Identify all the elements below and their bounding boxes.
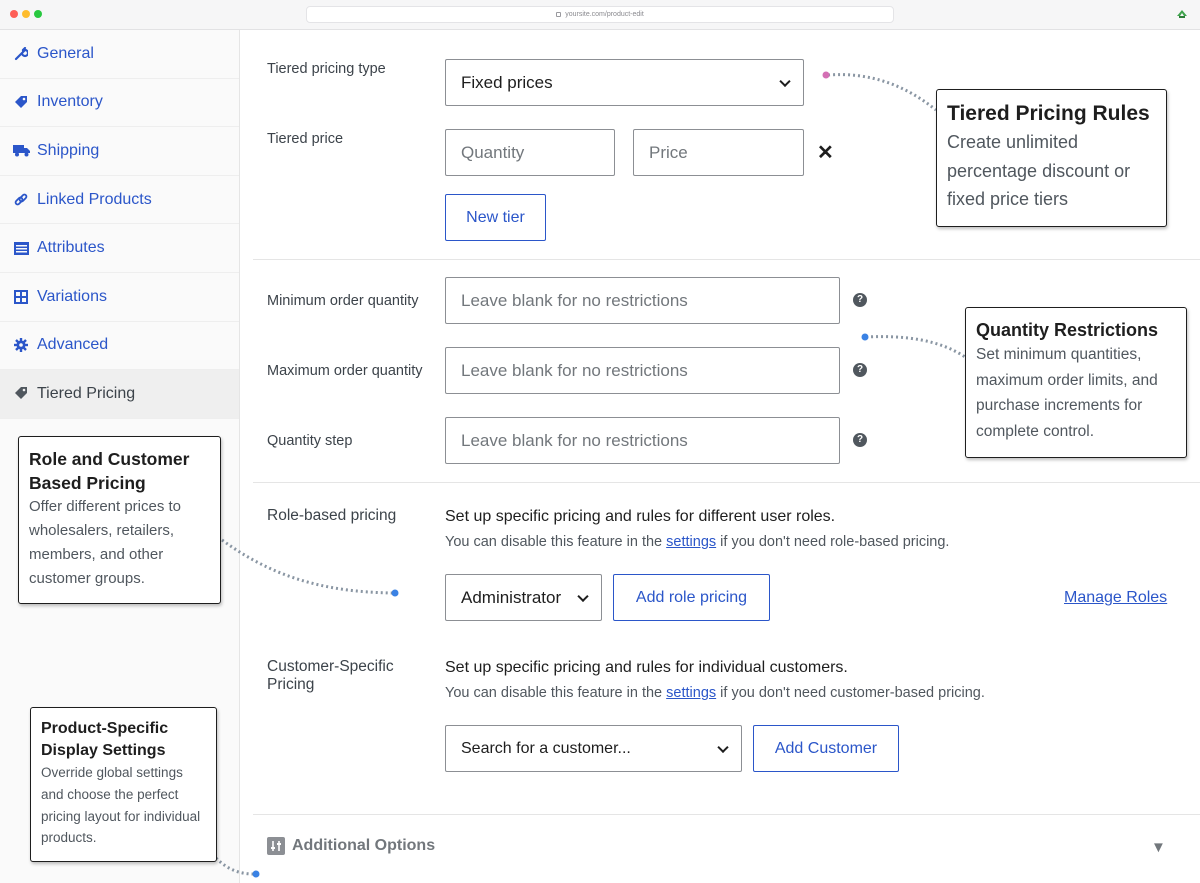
callout-body: Set minimum quantities, maximum order li… xyxy=(976,346,1158,440)
role-based-pricing-description: Set up specific pricing and rules for di… xyxy=(445,508,836,525)
min-order-quantity-input[interactable]: Leave blank for no restrictions xyxy=(445,277,840,324)
callout-title: Role and Customer Based Pricing xyxy=(29,449,190,493)
sidebar-item-inventory[interactable]: Inventory xyxy=(0,79,239,128)
max-order-quantity-label: Maximum order quantity xyxy=(267,363,423,379)
min-order-quantity-label: Minimum order quantity xyxy=(267,293,419,309)
add-customer-button[interactable]: Add Customer xyxy=(753,725,899,772)
wrench-icon xyxy=(12,46,30,62)
min-order-quantity-placeholder: Leave blank for no restrictions xyxy=(461,290,688,310)
help-icon[interactable]: ? xyxy=(853,433,867,447)
callout-title: Tiered Pricing Rules xyxy=(947,102,1150,125)
sidebar-item-label: Linked Products xyxy=(37,190,152,208)
url-text: yoursite.com/product-edit xyxy=(565,11,644,18)
sidebar-item-label: Advanced xyxy=(37,336,109,354)
sidebar-item-label: Shipping xyxy=(37,141,100,159)
help-icon[interactable]: ? xyxy=(853,293,867,307)
tiered-price-label: Tiered price xyxy=(267,131,344,147)
minimize-window-dot[interactable] xyxy=(22,10,30,18)
customer-pricing-label-line: Customer-Specific xyxy=(267,658,394,675)
role-based-pricing-note: You can disable this feature in the sett… xyxy=(445,534,949,550)
customer-pricing-label: Customer-Specific Pricing xyxy=(267,658,394,694)
role-select-value: Administrator xyxy=(461,587,562,607)
help-icon[interactable]: ? xyxy=(853,363,867,377)
address-bar[interactable]: yoursite.com/product-edit xyxy=(306,6,894,23)
callout-title: Quantity Restrictions xyxy=(976,320,1159,340)
settings-link[interactable]: settings xyxy=(666,534,716,550)
role-based-pricing-label: Role-based pricing xyxy=(267,507,397,524)
customer-search-placeholder: Search for a customer... xyxy=(461,739,631,757)
sidebar-item-linked-products[interactable]: Linked Products xyxy=(0,176,239,225)
tiered-pricing-type-label: Tiered pricing type xyxy=(267,61,386,77)
tiered-pricing-type-value: Fixed prices xyxy=(461,72,553,92)
sidebar-item-label: Variations xyxy=(37,287,107,305)
quantity-step-label: Quantity step xyxy=(267,433,353,449)
sliders-icon xyxy=(267,837,285,855)
grid-icon xyxy=(12,289,30,305)
tier-price-input[interactable]: Price xyxy=(633,129,804,176)
manage-roles-link[interactable]: Manage Roles xyxy=(1064,589,1167,607)
new-tier-button[interactable]: New tier xyxy=(445,194,546,241)
settings-link[interactable]: settings xyxy=(666,685,716,701)
browser-toolbar: yoursite.com/product-edit xyxy=(0,0,1200,30)
tiered-pricing-type-select[interactable]: Fixed prices xyxy=(445,59,804,106)
expand-toggle-icon[interactable]: ▼ xyxy=(1151,839,1166,856)
sidebar-item-general[interactable]: General xyxy=(0,30,239,79)
tier-quantity-placeholder: Quantity xyxy=(461,142,525,162)
sidebar-item-attributes[interactable]: Attributes xyxy=(0,224,239,273)
close-window-dot[interactable] xyxy=(10,10,18,18)
max-order-quantity-input[interactable]: Leave blank for no restrictions xyxy=(445,347,840,394)
extension-icon[interactable] xyxy=(1176,8,1188,20)
section-divider xyxy=(253,259,1200,260)
callout-body: Offer different prices to wholesalers, r… xyxy=(29,498,182,587)
quantity-step-input[interactable]: Leave blank for no restrictions xyxy=(445,417,840,464)
chevron-down-icon xyxy=(779,75,791,87)
truck-icon xyxy=(12,143,30,159)
sidebar-item-tiered-pricing[interactable]: Tiered Pricing xyxy=(0,370,239,419)
note-text: You can disable this feature in the xyxy=(445,685,667,701)
additional-options-label: Additional Options xyxy=(292,837,436,854)
quantity-step-placeholder: Leave blank for no restrictions xyxy=(461,430,688,450)
sidebar-item-variations[interactable]: Variations xyxy=(0,273,239,322)
note-text: You can disable this feature in the xyxy=(445,534,667,550)
tier-quantity-input[interactable]: Quantity xyxy=(445,129,615,176)
sidebar-item-shipping[interactable]: Shipping xyxy=(0,127,239,176)
customer-pricing-label-line: Pricing xyxy=(267,676,315,693)
sidebar-item-advanced[interactable]: Advanced xyxy=(0,322,239,371)
quantity-restrictions-callout: Quantity Restrictions Set minimum quanti… xyxy=(965,307,1187,458)
role-select[interactable]: Administrator xyxy=(445,574,602,621)
callout-title: Product-Specific Display Settings xyxy=(41,720,169,759)
tiered-pricing-callout: Tiered Pricing Rules Create unlimited pe… xyxy=(936,89,1167,227)
customer-pricing-note: You can disable this feature in the sett… xyxy=(445,685,985,701)
note-text: if you don't need role-based pricing. xyxy=(716,534,950,550)
lock-icon xyxy=(556,11,562,17)
max-order-quantity-placeholder: Leave blank for no restrictions xyxy=(461,360,688,380)
note-text: if you don't need customer-based pricing… xyxy=(716,685,985,701)
add-role-pricing-button[interactable]: Add role pricing xyxy=(613,574,770,621)
list-icon xyxy=(12,240,30,256)
sidebar-item-label: Tiered Pricing xyxy=(37,384,136,402)
price-tag-icon xyxy=(12,386,30,402)
tag-icon xyxy=(12,94,30,110)
customer-search-select[interactable]: Search for a customer... xyxy=(445,725,742,772)
section-divider xyxy=(253,814,1200,815)
remove-tier-icon[interactable]: ✕ xyxy=(817,140,834,165)
tier-price-placeholder: Price xyxy=(649,142,688,162)
sidebar-item-label: General xyxy=(37,44,94,62)
callout-body: Override global settings and choose the … xyxy=(41,765,201,846)
customer-pricing-description: Set up specific pricing and rules for in… xyxy=(445,659,848,676)
chevron-down-icon xyxy=(577,590,589,602)
callout-body: Create unlimited percentage discount or … xyxy=(947,132,1131,209)
sidebar-item-label: Attributes xyxy=(37,239,105,257)
section-divider xyxy=(253,482,1200,483)
gear-icon xyxy=(12,337,30,353)
display-settings-callout: Product-Specific Display Settings Overri… xyxy=(30,707,217,862)
link-icon xyxy=(12,192,30,208)
additional-options-header[interactable]: Additional Options xyxy=(267,837,435,855)
chevron-down-icon xyxy=(717,741,729,753)
role-customer-pricing-callout: Role and Customer Based Pricing Offer di… xyxy=(18,436,221,604)
sidebar-item-label: Inventory xyxy=(37,93,103,111)
maximize-window-dot[interactable] xyxy=(34,10,42,18)
